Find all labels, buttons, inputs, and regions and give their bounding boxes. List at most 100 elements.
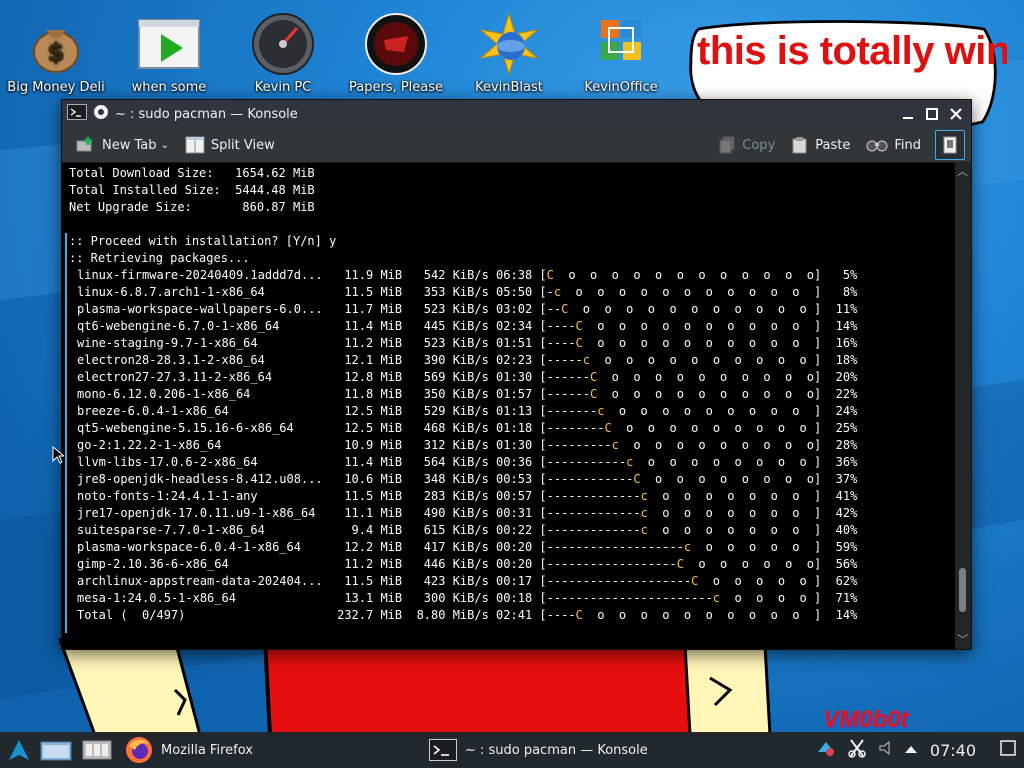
progress-bar: [-----c o o o o o o o o o o ]	[539, 353, 822, 367]
eta: 00:17	[496, 574, 540, 588]
minimize-button[interactable]	[897, 103, 919, 125]
download-rate: 529 KiB/s	[409, 404, 497, 418]
progress-percent: 41%	[821, 489, 858, 503]
desktop-icon-when-some[interactable]: when some	[113, 6, 225, 96]
package-progress-row: llvm-libs-17.0.6-2-x86_64 11.4 MiB 564 K…	[77, 454, 857, 471]
paste-button[interactable]: Paste	[783, 131, 858, 159]
progress-pacman: C	[633, 472, 641, 486]
taskbar-konsole[interactable]: ~ : sudo pacman — Konsole	[421, 732, 656, 768]
show-desktop-button[interactable]	[35, 732, 77, 768]
progress-pacman: c	[683, 540, 692, 554]
clipboard-icon[interactable]	[848, 738, 866, 762]
progress-pacman: C	[575, 608, 583, 622]
eta: 01:57	[496, 387, 540, 401]
package-size: 12.5 MiB	[337, 404, 410, 418]
scroll-down-icon[interactable]: ﹀	[957, 631, 968, 647]
package-name: electron28-28.3.1-2-x86_64	[77, 353, 338, 367]
desktop-icon-big-money[interactable]: $ Big Money Deli	[0, 6, 112, 96]
new-tab-button[interactable]: New Tab ⌄	[62, 131, 177, 159]
eta: 01:30	[496, 370, 540, 384]
progress-pacman: c	[712, 591, 721, 605]
progress-pacman: c	[553, 285, 562, 299]
progress-pacman: C	[589, 387, 598, 401]
eta: 00:31	[496, 506, 540, 520]
eta: 01:18	[496, 421, 540, 435]
konsole-toolbar: New Tab ⌄ Split View Copy Paste Find	[62, 128, 971, 163]
progress-percent: 14%	[821, 608, 858, 622]
progress-percent: 40%	[821, 523, 858, 537]
terminal-scrollbar[interactable]: ︿ ﹀	[955, 163, 971, 649]
maximize-icon	[926, 108, 938, 120]
package-name: plasma-workspace-wallpapers-6.0...	[77, 302, 338, 316]
summary-line: Total Installed Size: 5444.48 MiB	[69, 183, 315, 197]
maximize-button[interactable]	[921, 103, 943, 125]
app-launcher-button[interactable]	[0, 732, 35, 768]
copy-button[interactable]: Copy	[710, 131, 783, 159]
eta: 00:18	[496, 591, 540, 605]
konsole-window[interactable]: ~ : sudo pacman — Konsole New Tab ⌄ Spli…	[61, 99, 972, 650]
chevron-down-icon: ⌄	[160, 139, 169, 151]
package-name: plasma-workspace-6.0.4-1-x86_64	[77, 540, 338, 554]
desktop-icon-papers-please[interactable]: Papers, Please	[340, 6, 452, 96]
progress-bar: [-------------c o o o o o o o ]	[539, 489, 822, 503]
total-label: Total ( 0/497)	[77, 608, 338, 622]
peek-desktop-icon[interactable]	[1000, 740, 1016, 760]
updates-icon[interactable]	[816, 738, 836, 762]
window-titlebar[interactable]: ~ : sudo pacman — Konsole	[62, 100, 971, 128]
package-progress-row: wine-staging-9.7-1-x86_64 11.2 MiB 523 K…	[77, 335, 857, 352]
eta: 03:02	[496, 302, 540, 316]
package-progress-row: plasma-workspace-6.0.4-1-x86_64 12.2 MiB…	[77, 539, 857, 556]
eta: 00:36	[496, 455, 540, 469]
split-view-button[interactable]: Split View	[177, 131, 283, 159]
package-name: suitesparse-7.7.0-1-x86_64	[77, 523, 338, 537]
download-rate: 300 KiB/s	[409, 591, 497, 605]
progress-percent: 11%	[821, 302, 858, 316]
progress-pacman: C	[676, 557, 684, 571]
terminal-output[interactable]: Total Download Size: 1654.62 MiB Total I…	[62, 163, 955, 649]
desktop-icon-kevinoffice[interactable]: KevinOffice	[565, 6, 677, 96]
eta: 02:41	[496, 608, 540, 622]
package-size: 11.5 MiB	[337, 285, 410, 299]
pin-button[interactable]	[93, 104, 109, 124]
desktop-icon-label: KevinBlast	[475, 80, 543, 95]
progress-bar: [------------C o o o o o o o o]	[539, 472, 822, 486]
package-size: 12.5 MiB	[337, 421, 410, 435]
progress-percent: 62%	[821, 574, 858, 588]
package-progress-row: qt5-webengine-5.15.16-6-x86_64 12.5 MiB …	[77, 420, 857, 437]
download-rate: 350 KiB/s	[409, 387, 497, 401]
hamburger-menu-button[interactable]	[935, 130, 965, 160]
eta: 02:34	[496, 319, 540, 333]
find-icon	[866, 140, 888, 152]
package-size: 12.8 MiB	[337, 370, 410, 384]
progress-percent: 71%	[821, 591, 858, 605]
kevinoffice-icon	[589, 12, 653, 76]
download-rate: 312 KiB/s	[409, 438, 497, 452]
find-button[interactable]: Find	[858, 131, 929, 159]
close-button[interactable]	[945, 103, 967, 125]
progress-pacman: C	[575, 336, 583, 350]
clock[interactable]: 07:40	[930, 741, 976, 760]
taskbar-konsole-label: ~ : sudo pacman — Konsole	[464, 742, 648, 758]
mouse-pointer-icon	[52, 446, 64, 464]
progress-pacman: C	[561, 302, 569, 316]
package-progress-row: go-2:1.22.2-1-x86_64 10.9 MiB 312 KiB/s …	[77, 437, 857, 454]
download-rate: 569 KiB/s	[409, 370, 497, 384]
volume-icon[interactable]	[878, 740, 892, 760]
tray-expand-icon[interactable]	[904, 743, 918, 758]
desktop-icon-kevin-pc[interactable]: Kevin PC	[227, 6, 339, 96]
package-name: mesa-1:24.0.5-1-x86_64	[77, 591, 338, 605]
progress-bar: [-----------c o o o o o o o o ]	[539, 455, 822, 469]
scroll-up-icon[interactable]: ︿	[957, 163, 968, 179]
taskbar-firefox[interactable]: Mozilla Firefox	[117, 732, 261, 768]
find-label: Find	[894, 137, 921, 153]
progress-percent: 42%	[821, 506, 858, 520]
scrollbar-thumb[interactable]	[959, 568, 966, 612]
progress-bar: [--------C o o o o o o o o o ]	[539, 421, 822, 435]
download-rate: 390 KiB/s	[409, 353, 497, 367]
download-rate: 353 KiB/s	[409, 285, 497, 299]
desktop-icon-kevinblast[interactable]: KevinBlast	[453, 6, 565, 96]
pager-button[interactable]	[77, 732, 117, 768]
download-rate: 468 KiB/s	[409, 421, 497, 435]
money-bag-icon: $	[24, 12, 88, 76]
package-size: 10.9 MiB	[337, 438, 410, 452]
